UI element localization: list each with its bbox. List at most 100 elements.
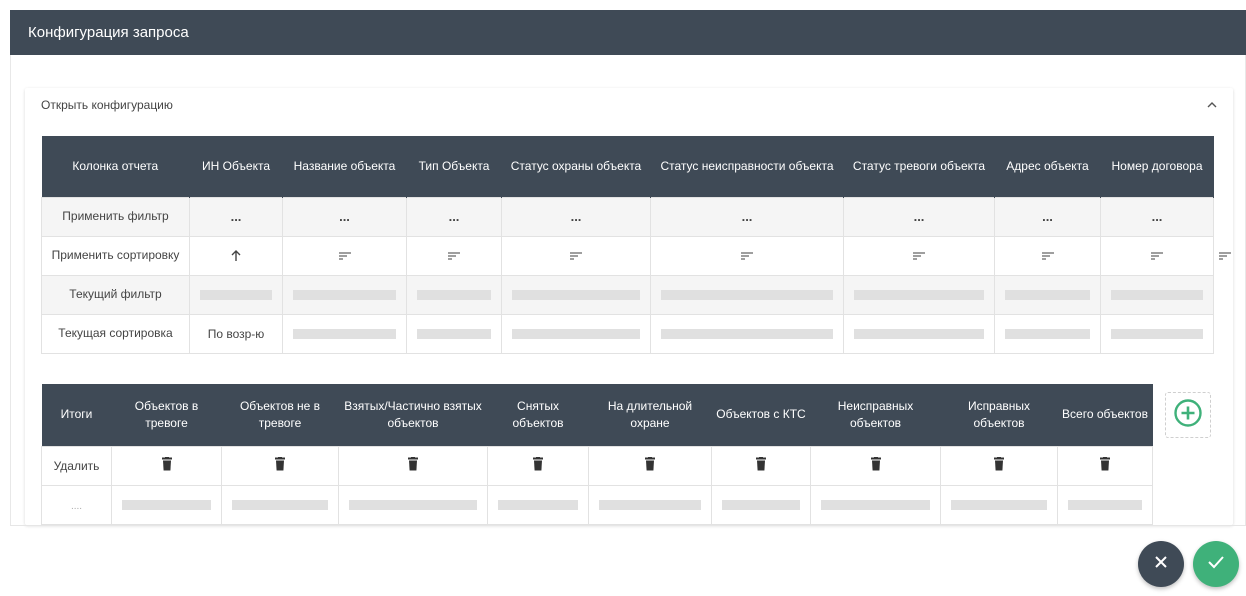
- delete-button[interactable]: [111, 445, 222, 486]
- row-label: Текущая сортировка: [41, 313, 190, 354]
- delete-button[interactable]: [221, 445, 339, 486]
- row-label: ....: [41, 484, 112, 525]
- column-header: Колонка отчета: [41, 136, 190, 197]
- column-header: Номер договора: [1100, 136, 1214, 197]
- row-label: Применить сортировку: [41, 235, 190, 276]
- value-placeholder: [111, 484, 222, 525]
- trash-icon: [870, 457, 882, 474]
- current-sort-row: Текущая сортировка По возр-ю: [41, 313, 1214, 354]
- delete-button[interactable]: [1057, 445, 1153, 486]
- chevron-up-icon[interactable]: [1205, 98, 1219, 112]
- sort-button[interactable]: [994, 235, 1101, 276]
- trash-icon: [993, 457, 1005, 474]
- trash-icon: [1099, 457, 1111, 474]
- column-header: Итоги: [41, 384, 112, 446]
- sort-button[interactable]: [1100, 235, 1214, 276]
- column-header: Статус тревоги объекта: [843, 136, 995, 197]
- sort-lines-icon: [569, 249, 583, 263]
- sort-button[interactable]: [282, 235, 407, 276]
- config-header-row: Колонка отчета ИН Объекта Название объек…: [41, 136, 1214, 197]
- filter-button[interactable]: ...: [406, 196, 502, 237]
- delete-row: Удалить: [41, 445, 1153, 486]
- column-header: ИН Объекта: [189, 136, 283, 197]
- sort-lines-icon: [1218, 249, 1232, 263]
- value-placeholder: [501, 313, 651, 354]
- value-placeholder: [221, 484, 339, 525]
- totals-value-row: ....: [41, 484, 1153, 525]
- row-label: Удалить: [41, 445, 112, 486]
- dialog-body: Открыть конфигурацию Колонка отчета ИН О…: [10, 55, 1246, 525]
- delete-button[interactable]: [588, 445, 712, 486]
- column-header: Снятых объектов: [487, 384, 589, 446]
- filter-button[interactable]: ...: [843, 196, 995, 237]
- more-icon: ...: [1042, 209, 1053, 224]
- filter-button[interactable]: ...: [994, 196, 1101, 237]
- delete-button[interactable]: [338, 445, 488, 486]
- column-header: Всего объектов: [1057, 384, 1153, 446]
- sort-button[interactable]: [650, 235, 844, 276]
- column-header: Адрес объекта: [994, 136, 1101, 197]
- cancel-button[interactable]: [1138, 541, 1184, 587]
- delete-button[interactable]: [487, 445, 589, 486]
- sort-button[interactable]: [843, 235, 995, 276]
- delete-button[interactable]: [711, 445, 811, 486]
- sort-lines-icon: [447, 249, 461, 263]
- trash-icon: [274, 457, 286, 474]
- filter-button[interactable]: ...: [1100, 196, 1214, 237]
- column-header: Объектов не в тревоге: [221, 384, 339, 446]
- column-header: Объектов в тревоге: [111, 384, 222, 446]
- value-placeholder: [843, 274, 995, 315]
- current-filter-row: Текущий фильтр: [41, 274, 1214, 315]
- filter-button[interactable]: ...: [189, 196, 283, 237]
- column-header: Исправных объектов: [940, 384, 1058, 446]
- config-panel-header[interactable]: Открыть конфигурацию: [41, 98, 173, 112]
- row-label: Применить фильтр: [41, 196, 190, 237]
- value-placeholder: [810, 484, 941, 525]
- delete-button[interactable]: [940, 445, 1058, 486]
- value-placeholder: [282, 313, 407, 354]
- window-titlebar: Конфигурация запроса: [10, 10, 1246, 55]
- delete-button[interactable]: [810, 445, 941, 486]
- filter-button[interactable]: ...: [282, 196, 407, 237]
- value-placeholder: [189, 274, 283, 315]
- plus-circle-icon: [1173, 398, 1203, 433]
- column-header: Объектов с КТС: [711, 384, 811, 446]
- value-placeholder: [994, 313, 1101, 354]
- sort-button[interactable]: [406, 235, 502, 276]
- column-header: Взятых/Частично взятых объектов: [338, 384, 488, 446]
- sort-lines-icon: [1150, 249, 1164, 263]
- sort-lines-icon: [1041, 249, 1055, 263]
- sort-row: Применить сортировку: [41, 235, 1231, 276]
- row-label: Текущий фильтр: [41, 274, 190, 315]
- column-header: Название объекта: [282, 136, 407, 197]
- footer-divider: [10, 525, 1246, 526]
- value-placeholder: [487, 484, 589, 525]
- more-icon: ...: [339, 209, 350, 224]
- sort-lines-icon: [740, 249, 754, 263]
- sort-button[interactable]: [189, 235, 283, 276]
- sort-lines-icon: [912, 249, 926, 263]
- column-header: Неисправных объектов: [810, 384, 941, 446]
- more-icon: ...: [570, 209, 582, 224]
- more-icon: ...: [448, 209, 460, 224]
- confirm-button[interactable]: [1193, 541, 1239, 587]
- trash-icon: [532, 457, 544, 474]
- column-header: Статус охраны объекта: [501, 136, 651, 197]
- filter-button[interactable]: ...: [650, 196, 844, 237]
- window-title: Конфигурация запроса: [28, 24, 189, 41]
- value-placeholder: [282, 274, 407, 315]
- sort-button[interactable]: [501, 235, 651, 276]
- close-icon: [1154, 555, 1168, 574]
- add-column-button[interactable]: [1165, 392, 1211, 438]
- check-icon: [1207, 555, 1225, 574]
- filter-button[interactable]: ...: [501, 196, 651, 237]
- value-placeholder: [711, 484, 811, 525]
- config-panel: Открыть конфигурацию Колонка отчета ИН О…: [25, 88, 1233, 525]
- more-icon: ...: [230, 209, 242, 224]
- config-table: Колонка отчета ИН Объекта Название объек…: [41, 136, 1231, 354]
- value-placeholder: [588, 484, 712, 525]
- value-placeholder: [406, 313, 502, 354]
- column-header: На длительной охране: [588, 384, 712, 446]
- value-placeholder: [940, 484, 1058, 525]
- column-header: Статус неисправности объекта: [650, 136, 844, 197]
